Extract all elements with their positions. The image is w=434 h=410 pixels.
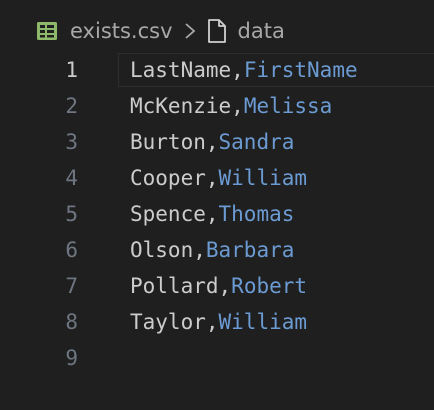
editor-line[interactable]: 7 Pollard,Robert <box>0 268 434 304</box>
csv-column-2: Thomas <box>218 202 295 226</box>
line-number: 9 <box>65 346 78 370</box>
csv-column-2: William <box>218 310 308 334</box>
editor-line[interactable]: 8 Taylor,William <box>0 304 434 340</box>
chevron-right-icon <box>182 20 198 42</box>
csv-column-1: LastName <box>130 58 232 82</box>
csv-separator: , <box>231 94 244 118</box>
breadcrumb: exists.csv data <box>36 16 285 46</box>
csv-column-2: FirstName <box>243 58 358 82</box>
code-editor[interactable]: exists.csv data 1 LastName,FirstName 2 M… <box>0 0 434 410</box>
csv-column-2: Barbara <box>205 238 295 262</box>
csv-column-1: Olson <box>130 238 194 262</box>
csv-column-1: Cooper <box>130 166 206 190</box>
line-number: 1 <box>65 58 78 82</box>
file-icon <box>206 18 228 44</box>
csv-table-icon <box>36 20 58 42</box>
line-number: 2 <box>65 94 78 118</box>
csv-column-1: Taylor <box>130 310 206 334</box>
csv-column-1: Spence <box>130 202 206 226</box>
csv-separator: , <box>205 202 219 226</box>
csv-column-2: Sandra <box>218 130 295 154</box>
line-number: 8 <box>65 310 78 334</box>
line-content[interactable]: Olson,Barbara <box>130 238 294 262</box>
csv-column-1: Pollard <box>130 274 219 298</box>
line-content[interactable]: LastName,FirstName <box>130 58 358 82</box>
line-number: 5 <box>65 202 78 226</box>
csv-separator: , <box>205 130 219 154</box>
breadcrumb-file-name[interactable]: exists.csv <box>70 19 173 43</box>
editor-lines[interactable]: 1 LastName,FirstName 2 McKenzie,Melissa … <box>0 52 434 376</box>
csv-column-2: Melissa <box>243 94 333 118</box>
breadcrumb-symbol[interactable]: data <box>238 19 285 43</box>
csv-separator: , <box>218 274 232 298</box>
csv-separator: , <box>193 238 206 262</box>
line-number: 6 <box>65 238 78 262</box>
line-content[interactable]: McKenzie,Melissa <box>130 94 332 118</box>
line-content[interactable]: Taylor,William <box>130 310 307 334</box>
editor-line[interactable]: 9 <box>0 340 434 376</box>
csv-column-1: McKenzie <box>130 94 232 118</box>
csv-separator: , <box>205 310 219 334</box>
csv-separator: , <box>231 58 244 82</box>
line-number: 7 <box>65 274 78 298</box>
editor-line[interactable]: 4 Cooper,William <box>0 160 434 196</box>
csv-column-1: Burton <box>130 130 206 154</box>
editor-line[interactable]: 1 LastName,FirstName <box>0 52 434 88</box>
editor-line[interactable]: 2 McKenzie,Melissa <box>0 88 434 124</box>
line-number: 4 <box>65 166 78 190</box>
line-number: 3 <box>65 130 78 154</box>
csv-column-2: Robert <box>231 274 308 298</box>
line-content[interactable]: Spence,Thomas <box>130 202 294 226</box>
editor-line[interactable]: 5 Spence,Thomas <box>0 196 434 232</box>
editor-line[interactable]: 6 Olson,Barbara <box>0 232 434 268</box>
editor-line[interactable]: 3 Burton,Sandra <box>0 124 434 160</box>
csv-column-2: William <box>218 166 308 190</box>
line-content[interactable]: Pollard,Robert <box>130 274 307 298</box>
line-content[interactable]: Cooper,William <box>130 166 307 190</box>
csv-separator: , <box>205 166 219 190</box>
line-content[interactable]: Burton,Sandra <box>130 130 294 154</box>
